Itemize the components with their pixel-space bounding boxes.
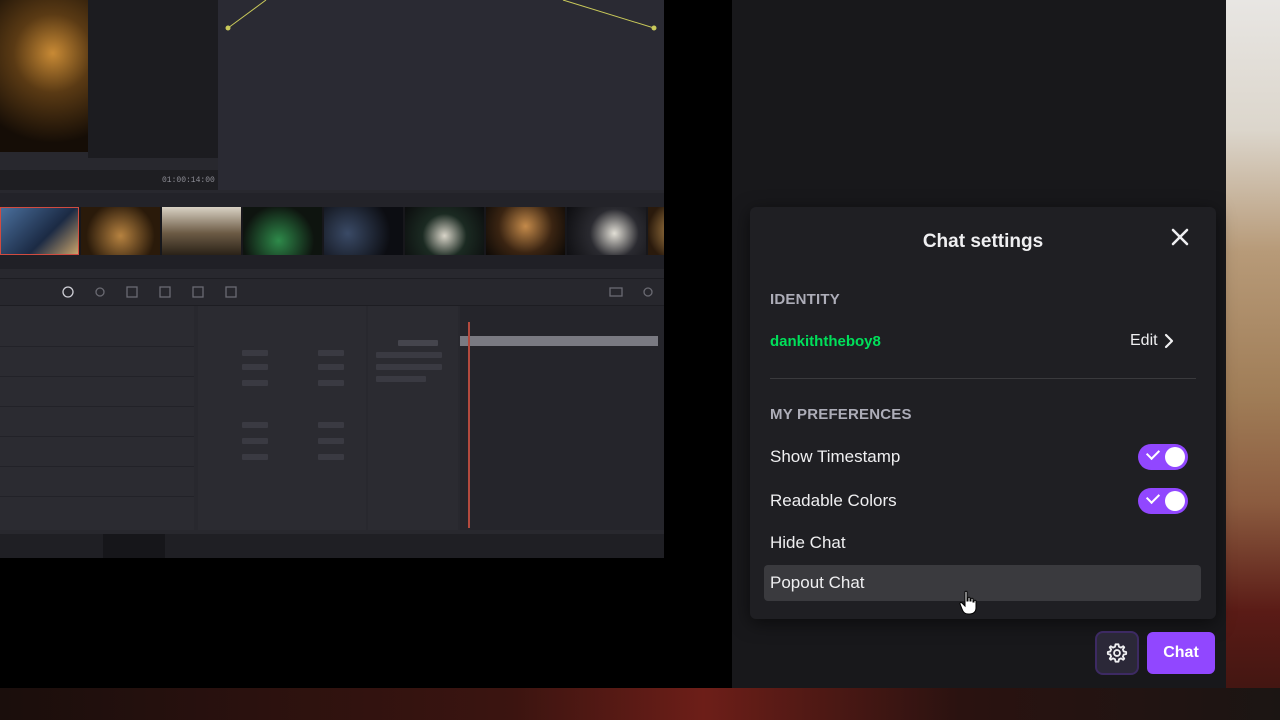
- edit-identity-button[interactable]: Edit: [1130, 328, 1174, 354]
- divider: [770, 378, 1196, 379]
- clip-thumbnail[interactable]: [0, 207, 79, 255]
- transform-panel: [198, 306, 366, 530]
- pref-hide-chat[interactable]: Hide Chat: [762, 525, 1202, 561]
- clip-thumbnail[interactable]: [81, 207, 160, 255]
- keyframes-list: [368, 306, 458, 530]
- clip-thumbnail[interactable]: [243, 207, 322, 255]
- clip-thumbnail[interactable]: [162, 207, 241, 255]
- viewer-timecode: 01:00:14:00: [162, 176, 215, 185]
- close-button[interactable]: [1166, 223, 1194, 251]
- tab-color[interactable]: [103, 534, 165, 558]
- background-car: [0, 688, 1280, 720]
- node-list-panel: [0, 306, 194, 530]
- pref-label: Show Timestamp: [770, 447, 901, 466]
- viewer-side: [88, 0, 218, 158]
- chat-settings-button[interactable]: [1097, 633, 1137, 673]
- panel-title: Chat settings: [922, 231, 1044, 252]
- toggle-knob: [1165, 447, 1185, 467]
- edit-label: Edit: [1130, 332, 1158, 349]
- pref-label: Popout Chat: [770, 573, 865, 592]
- preferences-heading: MY PREFERENCES: [770, 406, 912, 423]
- readable-colors-toggle[interactable]: [1138, 488, 1188, 514]
- video-editor-window: 01:00:14:00: [0, 0, 664, 558]
- clip-thumbnail[interactable]: [324, 207, 403, 255]
- curve-graph: [225, 0, 657, 31]
- clip-info-row: [0, 255, 664, 269]
- toggle-knob: [1165, 491, 1185, 511]
- toolbar-icons: [62, 286, 653, 298]
- pref-label: Readable Colors: [770, 491, 897, 510]
- pref-label: Hide Chat: [770, 533, 846, 552]
- clip-thumbnail[interactable]: [648, 207, 664, 255]
- check-icon: [1145, 445, 1161, 461]
- color-toolbar: [0, 278, 664, 306]
- chat-button[interactable]: Chat: [1147, 632, 1215, 674]
- keyframe-track: [460, 336, 658, 346]
- check-icon: [1145, 489, 1161, 505]
- pref-show-timestamp[interactable]: Show Timestamp: [762, 439, 1202, 475]
- clip-thumbnail[interactable]: [486, 207, 565, 255]
- clip-thumbnail[interactable]: [405, 207, 484, 255]
- curves-panel: [218, 0, 664, 190]
- viewer-frame: [0, 0, 88, 152]
- clip-thumbnail[interactable]: [567, 207, 646, 255]
- chevron-right-icon: [1164, 333, 1173, 349]
- chat-settings-panel: Chat settings IDENTITY dankiththeboy8 Ed…: [750, 207, 1216, 619]
- pref-popout-chat[interactable]: Popout Chat: [764, 565, 1201, 601]
- clips-header: [0, 193, 664, 207]
- clip-strip: [0, 207, 664, 255]
- show-timestamp-toggle[interactable]: [1138, 444, 1188, 470]
- close-icon: [1171, 228, 1189, 246]
- background-photo: [1226, 0, 1280, 720]
- identity-heading: IDENTITY: [770, 291, 840, 308]
- gear-icon: [1106, 643, 1128, 663]
- pref-readable-colors[interactable]: Readable Colors: [762, 483, 1202, 519]
- username: dankiththeboy8: [770, 333, 881, 350]
- playhead[interactable]: [468, 322, 470, 528]
- mouse-pointer-icon: [959, 590, 977, 615]
- page-tabs: [0, 534, 664, 558]
